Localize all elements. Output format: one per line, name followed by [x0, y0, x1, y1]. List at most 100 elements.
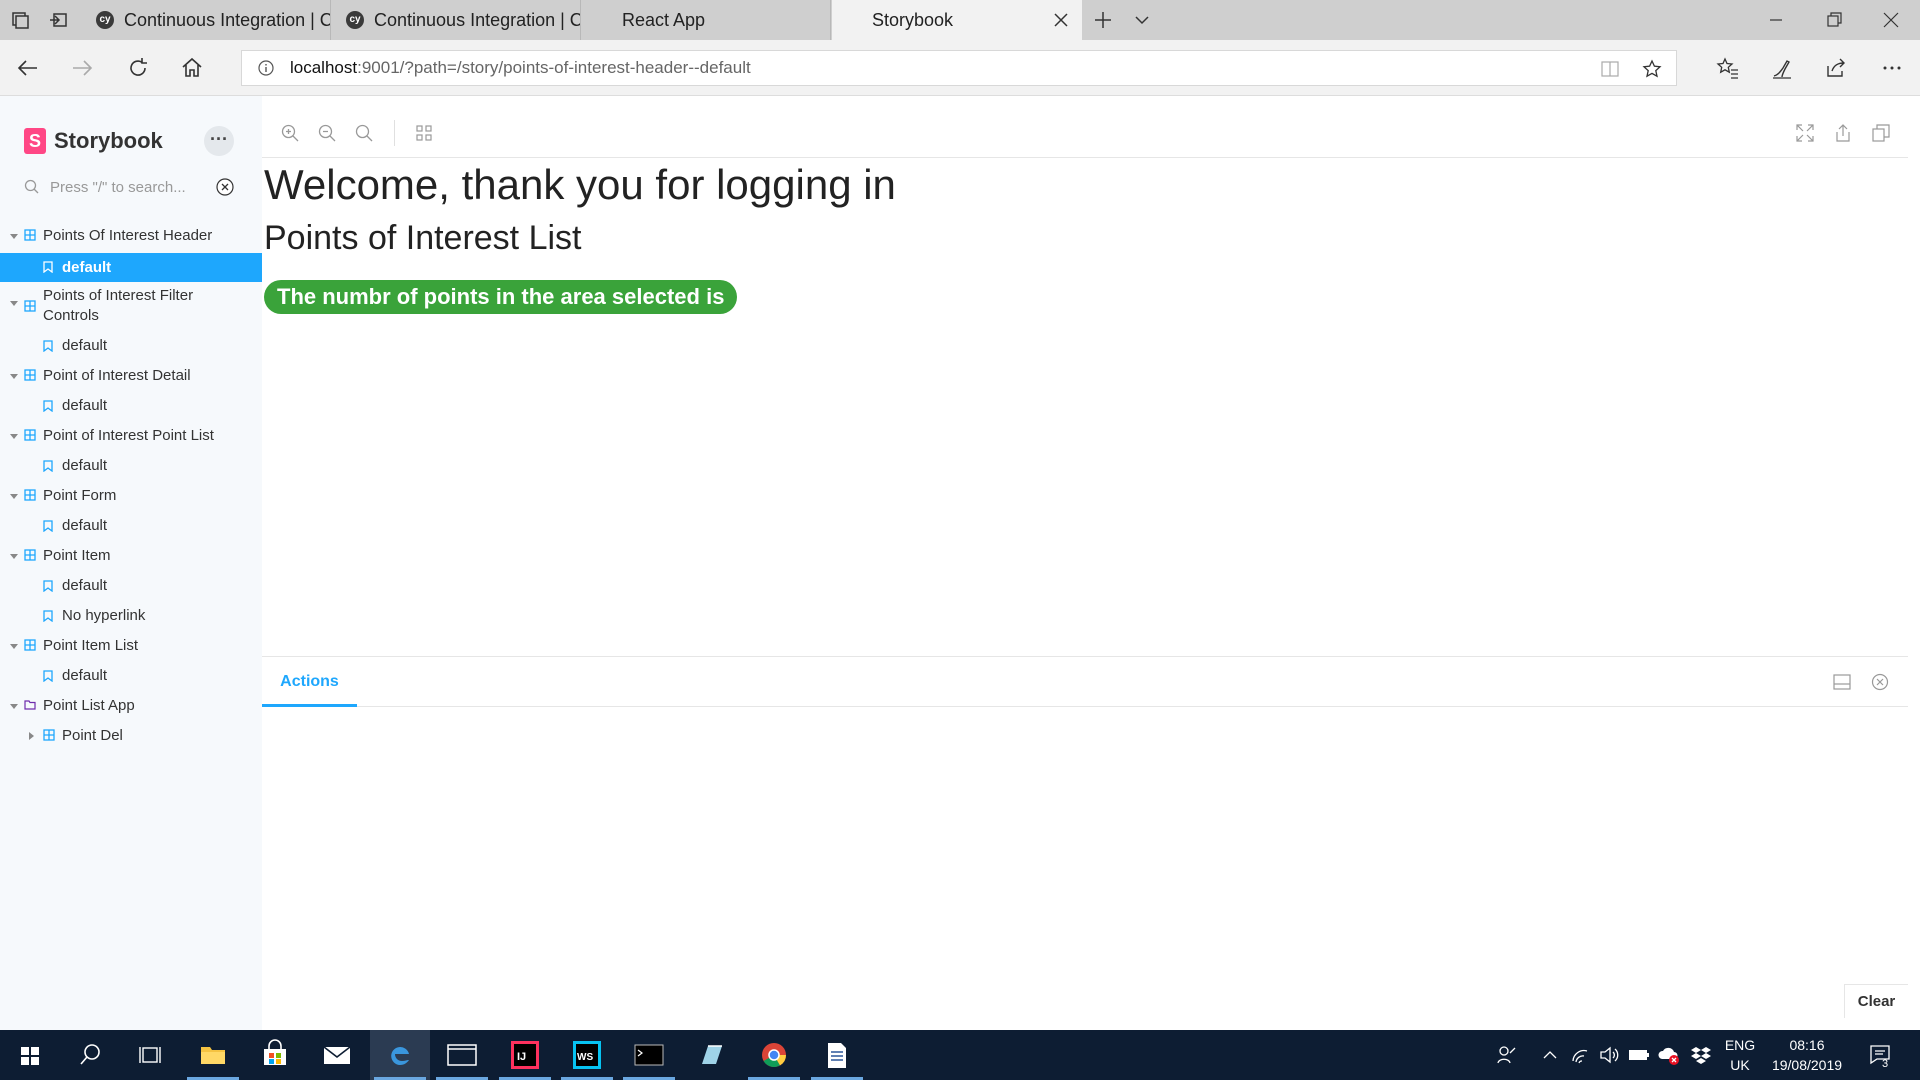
- browser-tab-1[interactable]: cy Continuous Integration | Cy: [82, 0, 331, 40]
- close-tab-icon[interactable]: [1054, 13, 1068, 27]
- zoom-in-icon[interactable]: [281, 124, 299, 142]
- window-icon[interactable]: [432, 1030, 492, 1080]
- close-window-icon[interactable]: [1881, 10, 1901, 30]
- show-hidden-icons-chevron-icon[interactable]: [1542, 1047, 1558, 1063]
- terminal-icon[interactable]: [619, 1030, 679, 1080]
- home-icon[interactable]: [180, 56, 204, 80]
- set-tabs-aside-icon[interactable]: [48, 10, 68, 30]
- favorite-star-icon[interactable]: [1642, 59, 1662, 79]
- zoom-out-icon[interactable]: [318, 124, 336, 142]
- notification-count-badge: 3: [1882, 1058, 1889, 1070]
- forward-icon[interactable]: [70, 56, 94, 80]
- clear-button[interactable]: Clear: [1844, 984, 1908, 1018]
- people-icon[interactable]: [1496, 1044, 1518, 1066]
- fullscreen-icon[interactable]: [1796, 124, 1814, 142]
- back-icon[interactable]: [16, 56, 40, 80]
- bookmark-icon: [43, 261, 53, 273]
- url-path: :9001/?path=/story/points-of-interest-he…: [357, 58, 751, 77]
- caret-down-icon: [10, 644, 18, 649]
- tab-actions-icon[interactable]: [10, 10, 30, 30]
- tab-list-chevron-icon[interactable]: [1134, 12, 1150, 28]
- caret-down-icon: [10, 704, 18, 709]
- browser-tab-3[interactable]: React App: [582, 0, 831, 40]
- close-panel-icon[interactable]: [1871, 673, 1889, 691]
- intellij-icon[interactable]: IJ: [495, 1030, 555, 1080]
- tree-story-default[interactable]: default: [0, 576, 262, 596]
- action-center-icon[interactable]: [1868, 1042, 1892, 1066]
- storybook-brand[interactable]: S Storybook: [24, 126, 163, 156]
- reading-view-icon[interactable]: [1600, 59, 1620, 79]
- task-view-icon[interactable]: [120, 1030, 180, 1080]
- search-input[interactable]: [50, 172, 210, 202]
- refresh-icon[interactable]: [126, 56, 150, 80]
- svg-text:WS: WS: [577, 1052, 593, 1063]
- grid-icon[interactable]: [416, 125, 432, 141]
- points-list-heading: Points of Interest List: [264, 219, 582, 257]
- tree-folder-point-list-app[interactable]: Point List App: [0, 696, 262, 716]
- tree-story-default[interactable]: default: [0, 666, 262, 686]
- input-language[interactable]: ENG UK: [1720, 1035, 1760, 1075]
- tree-story-default[interactable]: default: [0, 396, 262, 416]
- cypress-logo-icon: cy: [96, 11, 114, 29]
- tree-story-default[interactable]: default: [0, 336, 262, 356]
- windows-start-icon[interactable]: [0, 1030, 60, 1080]
- wifi-icon[interactable]: [1570, 1044, 1592, 1066]
- mail-icon[interactable]: [307, 1030, 367, 1080]
- bookmark-icon: [43, 460, 53, 472]
- caret-down-icon: [10, 301, 18, 306]
- browser-tab-2[interactable]: cy Continuous Integration | Cy: [332, 0, 581, 40]
- component-icon: [24, 300, 36, 312]
- volume-icon[interactable]: [1598, 1044, 1620, 1066]
- tree-component-points-of-interest-filter-controls[interactable]: Points of Interest Filter Controls: [0, 286, 262, 326]
- clear-search-icon[interactable]: [216, 178, 234, 196]
- edge-icon[interactable]: [370, 1030, 430, 1080]
- more-options-button[interactable]: ···: [204, 126, 234, 156]
- document-icon[interactable]: [807, 1030, 867, 1080]
- tree-component-points-of-interest-header[interactable]: Points Of Interest Header: [0, 226, 262, 246]
- dropbox-icon[interactable]: [1690, 1044, 1712, 1066]
- share-icon[interactable]: [1824, 56, 1848, 80]
- copy-link-icon[interactable]: [1872, 124, 1890, 142]
- tree-story-no-hyperlink[interactable]: No hyperlink: [0, 606, 262, 626]
- tree-label: Points Of Interest Header: [43, 227, 213, 244]
- clock[interactable]: 08:16 19/08/2019: [1762, 1035, 1852, 1075]
- url-text: localhost:9001/?path=/story/points-of-in…: [290, 51, 751, 85]
- restore-icon[interactable]: [1824, 10, 1844, 30]
- favorites-icon[interactable]: [1716, 56, 1740, 80]
- tree-label: default: [62, 667, 108, 684]
- tree-component-point-item[interactable]: Point Item: [0, 546, 262, 566]
- zoom-reset-icon[interactable]: [355, 124, 373, 142]
- battery-icon[interactable]: [1628, 1046, 1650, 1064]
- panel-position-icon[interactable]: [1833, 673, 1851, 691]
- store-icon[interactable]: [245, 1030, 305, 1080]
- open-new-tab-icon[interactable]: [1834, 124, 1852, 142]
- address-bar-row: localhost:9001/?path=/story/points-of-in…: [0, 40, 1920, 96]
- notes-icon[interactable]: [682, 1030, 742, 1080]
- tree-label: Point of Interest Detail: [43, 367, 191, 384]
- browser-tab-4[interactable]: Storybook: [832, 0, 1082, 40]
- url-field[interactable]: localhost:9001/?path=/story/points-of-in…: [241, 50, 1677, 86]
- tree-component-point-of-interest-point-list[interactable]: Point of Interest Point List: [0, 426, 262, 446]
- tree-component-point-del[interactable]: Point Del: [0, 726, 262, 746]
- storybook-title: Storybook: [54, 128, 163, 153]
- caret-down-icon: [10, 554, 18, 559]
- tree-story-default[interactable]: default: [0, 456, 262, 476]
- minimize-icon[interactable]: [1766, 10, 1786, 30]
- tab-actions[interactable]: Actions: [262, 657, 357, 707]
- tree-story-default[interactable]: default: [0, 516, 262, 536]
- new-tab-icon[interactable]: [1093, 10, 1113, 30]
- tree-component-point-form[interactable]: Point Form: [0, 486, 262, 506]
- file-explorer-icon[interactable]: [183, 1030, 243, 1080]
- webstorm-icon[interactable]: WS: [557, 1030, 617, 1080]
- tree-component-point-item-list[interactable]: Point Item List: [0, 636, 262, 656]
- tree-component-point-of-interest-detail[interactable]: Point of Interest Detail: [0, 366, 262, 386]
- cloud-sync-error-icon[interactable]: [1658, 1044, 1680, 1066]
- site-info-icon[interactable]: [258, 60, 274, 76]
- chrome-icon[interactable]: [744, 1030, 804, 1080]
- tree-story-default-selected[interactable]: default: [0, 253, 262, 282]
- toolbar-divider: [394, 120, 395, 146]
- settings-more-icon[interactable]: [1880, 56, 1904, 80]
- search-icon[interactable]: [60, 1030, 120, 1080]
- tree-label: default: [62, 337, 108, 354]
- pen-notes-icon[interactable]: [1770, 56, 1794, 80]
